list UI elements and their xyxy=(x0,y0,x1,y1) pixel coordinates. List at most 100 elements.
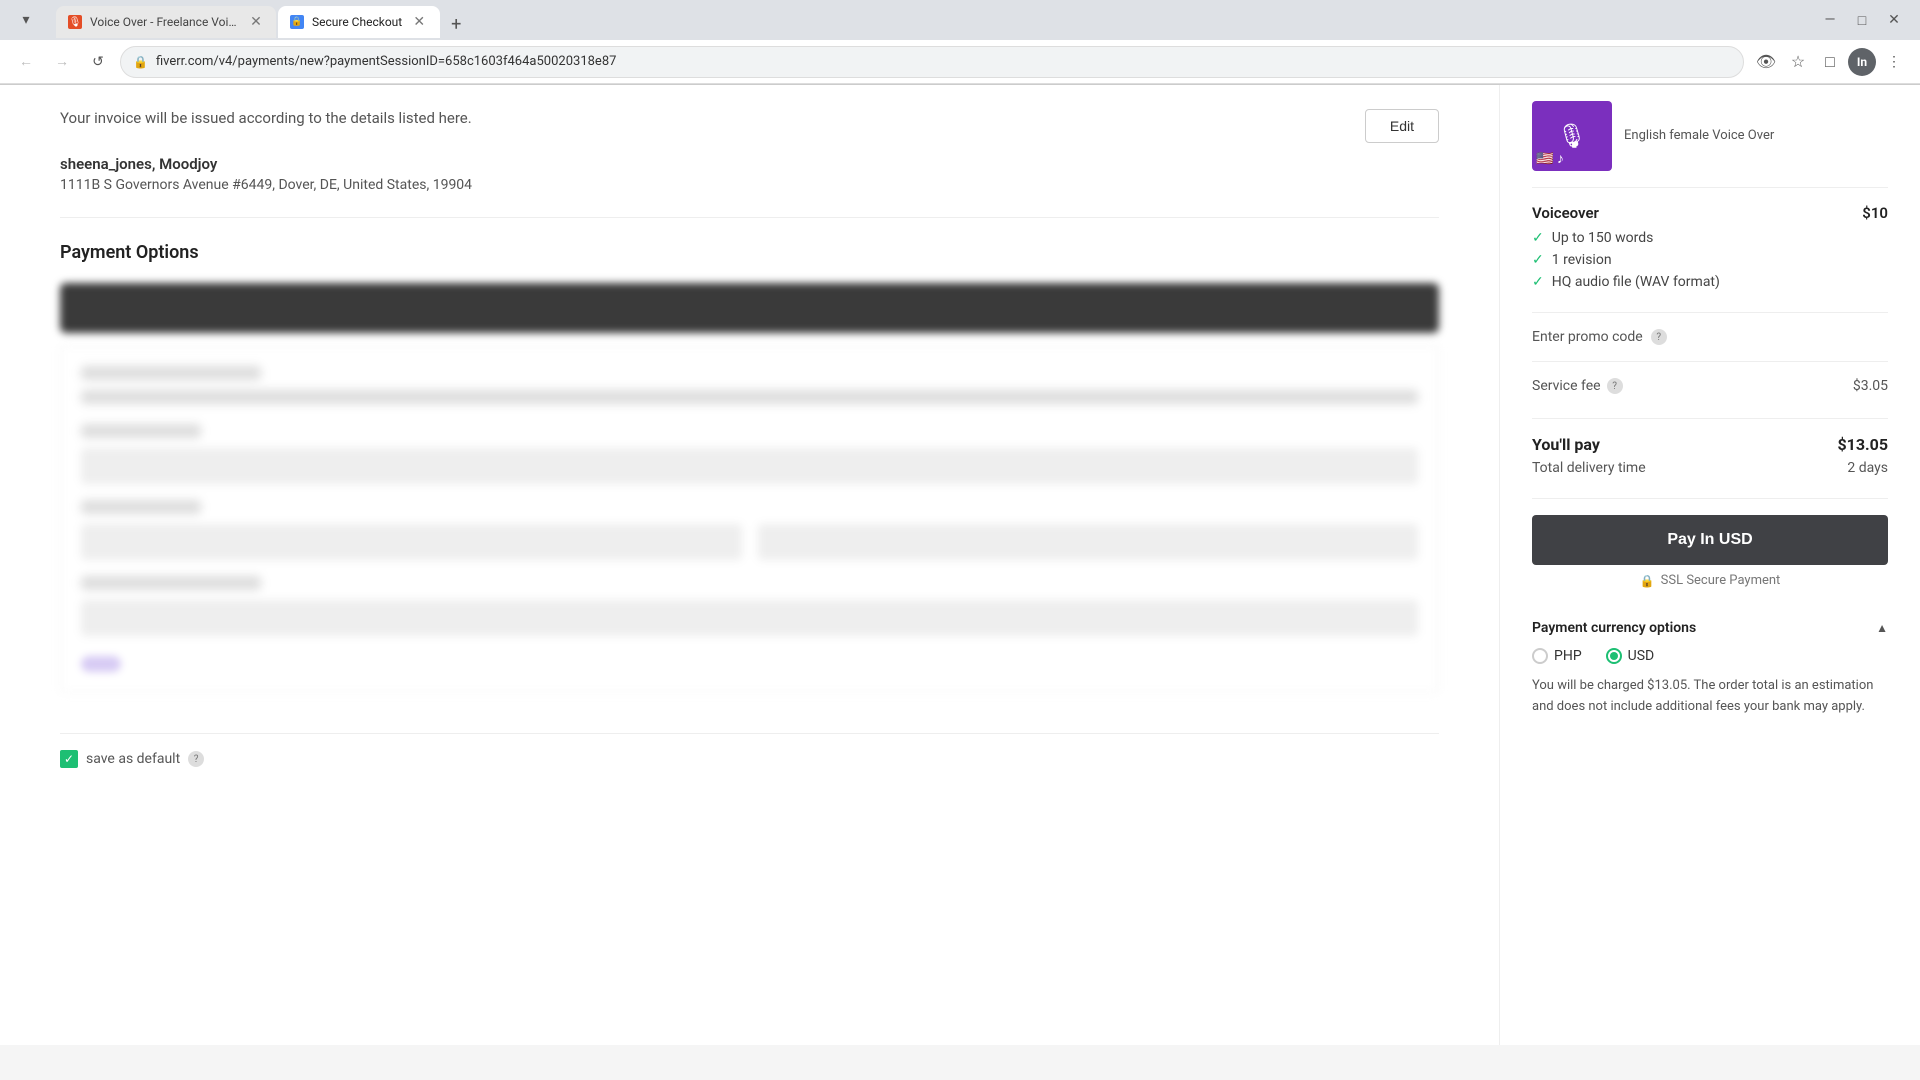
promo-row: Enter promo code ? xyxy=(1532,329,1888,345)
ssl-label: SSL Secure Payment xyxy=(1661,573,1781,588)
service-fee-label-wrap: Service fee ? xyxy=(1532,378,1623,394)
promo-section: Enter promo code ? xyxy=(1532,313,1888,362)
product-description: English female Voice Over xyxy=(1624,126,1774,146)
usd-radio[interactable] xyxy=(1606,648,1622,664)
tab-voiceover[interactable]: 🎙 Voice Over - Freelance Voice A... ✕ xyxy=(56,6,276,38)
service-fee-label: Service fee xyxy=(1532,378,1601,394)
product-flag: 🇺🇸 ♪ xyxy=(1536,150,1564,167)
page-content: Your invoice will be issued according to… xyxy=(0,85,1920,1045)
invoice-address: 1111B S Governors Avenue #6449, Dover, D… xyxy=(60,177,1439,193)
ssl-lock-icon: 🔒 xyxy=(1640,574,1655,588)
address-text: fiverr.com/v4/payments/new?paymentSessio… xyxy=(156,54,1731,69)
youll-pay-label: You'll pay xyxy=(1532,435,1600,454)
invoice-section: Your invoice will be issued according to… xyxy=(60,85,1439,218)
blurred-row-3 xyxy=(81,424,201,438)
star-icon[interactable]: ☆ xyxy=(1784,48,1812,76)
product-thumbnail: 🇺🇸 ♪ xyxy=(1532,101,1612,171)
youll-pay-amount: $13.05 xyxy=(1837,435,1888,454)
tab-checkout-close[interactable]: ✕ xyxy=(410,13,428,31)
blurred-row-1 xyxy=(81,366,261,380)
profile-icon[interactable]: In xyxy=(1848,48,1876,76)
youll-pay-row: You'll pay $13.05 xyxy=(1532,435,1888,454)
blurred-row-5 xyxy=(81,576,261,590)
eye-slash-icon: 👁 xyxy=(1752,48,1780,76)
blurred-row-4 xyxy=(81,500,201,514)
blurred-input-3 xyxy=(758,524,1419,560)
security-lock-icon: 🔒 xyxy=(133,55,148,69)
address-bar[interactable]: 🔒 fiverr.com/v4/payments/new?paymentSess… xyxy=(120,46,1744,78)
check-icon-1: ✓ xyxy=(1532,230,1544,246)
save-default-label: save as default xyxy=(86,751,180,767)
feature-revision-text: 1 revision xyxy=(1552,252,1612,268)
service-fee-amount: $3.05 xyxy=(1853,378,1888,394)
promo-help-icon[interactable]: ? xyxy=(1651,329,1667,345)
blurred-row-2 xyxy=(81,390,1418,404)
ssl-row: 🔒 SSL Secure Payment xyxy=(1532,573,1888,588)
usd-label: USD xyxy=(1628,648,1655,664)
tab-checkout[interactable]: 🔒 Secure Checkout ✕ xyxy=(278,6,440,38)
browser-navbar: ← → ↺ 🔒 fiverr.com/v4/payments/new?payme… xyxy=(0,40,1920,84)
voiceover-price: $10 xyxy=(1862,204,1888,222)
new-tab-btn[interactable]: + xyxy=(442,10,470,38)
browser-titlebar: ▾ 🎙 Voice Over - Freelance Voice A... ✕ … xyxy=(0,0,1920,40)
payment-method-tabs xyxy=(60,283,1439,333)
edit-button[interactable]: Edit xyxy=(1365,109,1439,143)
feature-hq: ✓ HQ audio file (WAV format) xyxy=(1532,274,1888,290)
close-btn[interactable]: ✕ xyxy=(1880,6,1908,34)
payment-form-blurred xyxy=(60,345,1439,693)
delivery-row: Total delivery time 2 days xyxy=(1532,460,1888,476)
php-radio[interactable] xyxy=(1532,648,1548,664)
feature-hq-text: HQ audio file (WAV format) xyxy=(1552,274,1720,290)
order-label-row: Voiceover $10 xyxy=(1532,204,1888,222)
product-preview: 🇺🇸 ♪ English female Voice Over xyxy=(1532,85,1888,188)
save-default-help-icon[interactable]: ? xyxy=(188,751,204,767)
right-panel: 🇺🇸 ♪ English female Voice Over Voiceover… xyxy=(1500,85,1920,1045)
currency-title: Payment currency options xyxy=(1532,620,1696,636)
invoice-notice-row: Your invoice will be issued according to… xyxy=(60,109,1439,143)
order-summary: Voiceover $10 ✓ Up to 150 words ✓ 1 revi… xyxy=(1532,188,1888,313)
window-controls: ▾ xyxy=(12,6,40,34)
tab-voiceover-close[interactable]: ✕ xyxy=(248,13,264,31)
service-fee-help-icon[interactable]: ? xyxy=(1607,378,1623,394)
blurred-input-2 xyxy=(81,524,742,560)
save-default-row: ✓ save as default ? xyxy=(60,733,1439,784)
extensions-icon[interactable]: □ xyxy=(1816,48,1844,76)
minimize-btn[interactable]: — xyxy=(1816,6,1844,34)
php-option[interactable]: PHP xyxy=(1532,648,1582,664)
php-label: PHP xyxy=(1554,648,1582,664)
more-btn[interactable]: ⋮ xyxy=(1880,48,1908,76)
currency-header[interactable]: Payment currency options ▲ xyxy=(1532,620,1888,636)
reload-btn[interactable]: ↺ xyxy=(84,48,112,76)
payment-options-title: Payment Options xyxy=(60,242,1439,263)
blurred-input-4 xyxy=(81,600,1418,636)
tab-checkout-label: Secure Checkout xyxy=(312,15,402,29)
payment-options-section: Payment Options xyxy=(60,218,1439,717)
blurred-input-1 xyxy=(81,448,1418,484)
currency-chevron-icon: ▲ xyxy=(1876,621,1888,635)
usd-option[interactable]: USD xyxy=(1606,648,1655,664)
tab-voiceover-icon: 🎙 xyxy=(68,15,82,29)
currency-note: You will be charged $13.05. The order to… xyxy=(1532,676,1888,718)
check-icon-3: ✓ xyxy=(1532,274,1544,290)
left-panel: Your invoice will be issued according to… xyxy=(0,85,1500,1045)
pay-button[interactable]: Pay In USD xyxy=(1532,515,1888,565)
profile-dropdown-btn[interactable]: ▾ xyxy=(12,6,40,34)
tab-voiceover-label: Voice Over - Freelance Voice A... xyxy=(90,15,240,29)
fees-section: Service fee ? $3.05 xyxy=(1532,362,1888,419)
browser-tabs: 🎙 Voice Over - Freelance Voice A... ✕ 🔒 … xyxy=(48,2,1800,38)
currency-section: Payment currency options ▲ PHP USD You w… xyxy=(1532,604,1888,734)
maximize-btn[interactable]: □ xyxy=(1848,6,1876,34)
total-section: You'll pay $13.05 Total delivery time 2 … xyxy=(1532,419,1888,499)
promo-label: Enter promo code xyxy=(1532,329,1643,345)
feature-words-text: Up to 150 words xyxy=(1552,230,1654,246)
save-default-checkbox[interactable]: ✓ xyxy=(60,750,78,768)
tab-checkout-icon: 🔒 xyxy=(290,15,304,29)
blurred-spinner xyxy=(81,656,121,672)
check-icon-2: ✓ xyxy=(1532,252,1544,268)
forward-btn[interactable]: → xyxy=(48,48,76,76)
back-btn[interactable]: ← xyxy=(12,48,40,76)
nav-actions: 👁 ☆ □ In ⋮ xyxy=(1752,48,1908,76)
service-fee-row: Service fee ? $3.05 xyxy=(1532,378,1888,394)
delivery-label: Total delivery time xyxy=(1532,460,1646,476)
feature-revision: ✓ 1 revision xyxy=(1532,252,1888,268)
